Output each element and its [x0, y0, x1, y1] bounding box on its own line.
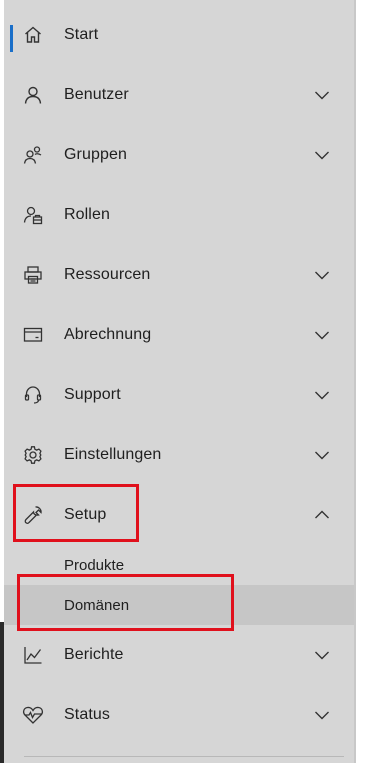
sidebar-item-label: Berichte — [64, 646, 124, 663]
sidebar-item-label: Benutzer — [64, 86, 129, 103]
sidebar-item-einstellungen[interactable]: Einstellungen — [4, 425, 354, 485]
sidebar-item-ressourcen[interactable]: Ressourcen — [4, 245, 354, 305]
sidebar-item-gruppen[interactable]: Gruppen — [4, 125, 354, 185]
highlight-box-domaenen — [17, 574, 234, 631]
chevron-down-icon[interactable] — [312, 385, 332, 405]
scrollbar-track[interactable] — [354, 0, 370, 763]
sidebar-item-label: Start — [64, 26, 99, 43]
sidebar-item-label: Einstellungen — [64, 446, 162, 463]
chevron-down-icon[interactable] — [312, 445, 332, 465]
chevron-down-icon[interactable] — [312, 645, 332, 665]
sidebar-subitem-label: Produkte — [64, 556, 125, 574]
heart-pulse-icon — [22, 704, 44, 726]
sidebar-item-berichte[interactable]: Berichte — [4, 625, 354, 685]
sidebar-item-label: Support — [64, 386, 121, 403]
user-icon — [22, 84, 44, 106]
chevron-down-icon[interactable] — [312, 265, 332, 285]
highlight-box-setup — [13, 484, 139, 542]
gear-icon — [22, 444, 44, 466]
home-icon — [22, 24, 44, 46]
sidebar-item-label: Status — [64, 706, 110, 723]
sidebar-nav: Start Benutzer Gruppen Rollen Ressourcen… — [4, 0, 354, 763]
chevron-down-icon[interactable] — [312, 145, 332, 165]
sidebar-item-support[interactable]: Support — [4, 365, 354, 425]
chevron-down-icon[interactable] — [312, 325, 332, 345]
sidebar-item-start[interactable]: Start — [4, 5, 354, 65]
scrollbar-edge — [354, 0, 356, 763]
headset-icon — [22, 384, 44, 406]
printer-icon — [22, 264, 44, 286]
sidebar-item-label: Rollen — [64, 206, 110, 223]
chevron-down-icon[interactable] — [312, 85, 332, 105]
admin-nav-screenshot: Start Benutzer Gruppen Rollen Ressourcen… — [0, 0, 370, 763]
sidebar-item-label: Ressourcen — [64, 266, 151, 283]
active-indicator — [10, 25, 13, 52]
role-icon — [22, 204, 44, 226]
credit-card-icon — [22, 324, 44, 346]
sidebar-item-rollen[interactable]: Rollen — [4, 185, 354, 245]
chevron-up-icon[interactable] — [312, 505, 332, 525]
sidebar-item-status[interactable]: Status — [4, 685, 354, 745]
line-chart-icon — [22, 644, 44, 666]
sidebar-item-label: Gruppen — [64, 146, 127, 163]
bottom-divider — [24, 756, 344, 757]
sidebar-item-label: Abrechnung — [64, 326, 152, 343]
sidebar-item-abrechnung[interactable]: Abrechnung — [4, 305, 354, 365]
sidebar-item-benutzer[interactable]: Benutzer — [4, 65, 354, 125]
chevron-down-icon[interactable] — [312, 705, 332, 725]
group-icon — [22, 144, 44, 166]
